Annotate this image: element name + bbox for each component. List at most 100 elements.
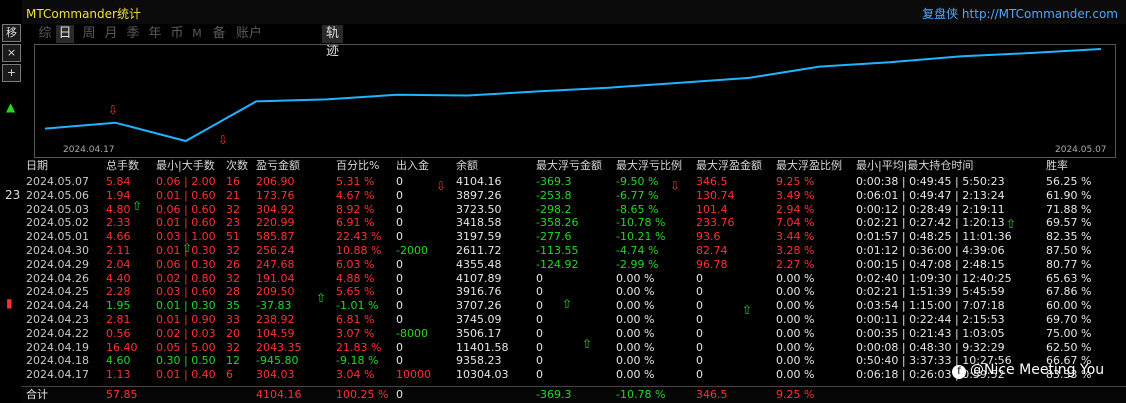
tab-currency[interactable]: 币 — [168, 25, 186, 43]
cell-mfl: -277.6 — [536, 230, 572, 244]
table-row[interactable]: 2024.04.25 2.28 0.03 | 0.60 28 209.50 5.65 % 0… — [22, 285, 1126, 299]
tab-month[interactable]: 月 — [102, 25, 120, 43]
total-mfgp: 9.25 % — [776, 388, 815, 401]
tab-trajectory[interactable]: 轨迹 — [322, 25, 344, 59]
cell-date: 2024.05.02 — [26, 216, 89, 230]
cell-minmax: 0.30 | 0.50 — [156, 354, 216, 368]
col-balance[interactable]: 余额 — [456, 159, 478, 173]
cell-date: 2024.05.07 — [26, 175, 89, 188]
table-row[interactable]: 2024.05.06 1.94 0.01 | 0.60 21 173.76 4.67 % 0… — [22, 189, 1126, 203]
cell-balance: 3418.58 — [456, 216, 502, 230]
cell-date: 2024.05.01 — [26, 230, 89, 244]
tab-note[interactable]: 备 — [210, 25, 228, 43]
cell-balance: 4355.48 — [456, 257, 502, 271]
close-button[interactable]: × — [2, 44, 21, 62]
cell-flow: 10000 — [396, 368, 431, 382]
col-max-float-loss[interactable]: 最大浮亏金额 — [536, 159, 602, 173]
tab-day[interactable]: 日 — [56, 25, 74, 43]
cell-mfl: -124.92 — [536, 257, 579, 271]
cell-lots: 16.40 — [106, 340, 138, 354]
title-bar: MTCommander统计 复盘侠 http://MTCommander.com — [22, 0, 1126, 24]
tab-account[interactable]: 账户 — [234, 25, 264, 43]
cell-count: 32 — [226, 202, 240, 216]
total-label: 合计 — [26, 388, 48, 401]
tab-week[interactable]: 周 — [80, 25, 98, 43]
table-row[interactable]: 2024.05.02 2.33 0.01 | 0.60 23 220.99 6.91 % 0… — [22, 216, 1126, 230]
cell-pnl: -37.83 — [256, 299, 292, 313]
cell-mflp: -9.50 % — [616, 175, 659, 188]
col-count[interactable]: 次数 — [226, 159, 248, 173]
move-button[interactable]: 移 — [2, 24, 21, 42]
table-row[interactable]: 2024.04.23 2.81 0.01 | 0.90 33 238.92 6.81 % 0… — [22, 313, 1126, 327]
sell-arrow-icon: ⇩ — [670, 179, 681, 193]
cell-win: 67.86 % — [1046, 285, 1092, 299]
cell-mfg: 0 — [696, 285, 703, 299]
cell-balance: 2611.72 — [456, 244, 502, 257]
buy-arrow-icon: ⇧ — [182, 241, 193, 255]
cell-date: 2024.04.23 — [26, 313, 89, 326]
col-max-float-gain-pct[interactable]: 最大浮盈比例 — [776, 159, 842, 173]
col-minmax[interactable]: 最小|大手数 — [156, 159, 215, 173]
cell-balance: 3723.50 — [456, 202, 502, 216]
watermark: f @Nice Meeting You — [952, 362, 1104, 379]
cell-win: 69.70 % — [1046, 313, 1092, 326]
sell-arrow-icon: ⇩ — [218, 133, 229, 147]
total-lots: 57.85 — [106, 388, 138, 401]
cell-balance: 3707.26 — [456, 299, 502, 313]
cell-balance: 11401.58 — [456, 340, 509, 354]
cell-count: 32 — [226, 271, 240, 285]
side-label: 23 — [5, 188, 21, 202]
cell-flow: 0 — [396, 285, 403, 299]
tab-m[interactable]: M — [190, 25, 204, 43]
table-row[interactable]: 2024.04.24 1.95 0.01 | 0.30 35 -37.83 -1.01 %… — [22, 299, 1126, 313]
col-pnl[interactable]: 盈亏金额 — [256, 159, 300, 173]
cell-win: 71.88 % — [1046, 202, 1092, 216]
cell-mflp: 0.00 % — [616, 299, 655, 313]
table-row[interactable]: 2024.05.07 5.84 0.06 | 2.00 16 206.90 5.31 % 0… — [22, 175, 1126, 189]
cell-pct: -1.01 % — [336, 299, 379, 313]
cell-minmax: 0.01 | 0.60 — [156, 216, 216, 230]
table-row[interactable]: 2024.04.29 2.04 0.06 | 0.30 26 247.68 6.03 % 0… — [22, 258, 1126, 272]
table-row[interactable]: 2024.05.03 4.80 0.06 | 0.60 32 304.92 8.92 % 0… — [22, 203, 1126, 217]
col-max-float-gain[interactable]: 最大浮盈金额 — [696, 159, 762, 173]
cell-lots: 1.95 — [106, 299, 131, 313]
cell-count: 26 — [226, 257, 240, 271]
cell-pct: 4.67 % — [336, 188, 375, 202]
col-winrate[interactable]: 胜率 — [1046, 159, 1068, 173]
brand-link[interactable]: 复盘侠 http://MTCommander.com — [922, 5, 1118, 22]
cell-mfg: 96.78 — [696, 257, 728, 271]
cell-minmax: 0.01 | 0.40 — [156, 368, 216, 382]
cell-mfgp: 0.00 % — [776, 271, 815, 285]
cell-mfg: 0 — [696, 354, 703, 368]
tab-year[interactable]: 年 — [146, 25, 164, 43]
buy-arrow-icon: ⇧ — [132, 199, 143, 213]
cell-hold: 0:02:21 | 0:27:42 | 1:20:13 — [856, 216, 1005, 230]
table-row[interactable]: 2024.04.22 0.56 0.02 | 0.03 20 104.59 3.07 % -… — [22, 327, 1126, 341]
cell-flow: 0 — [396, 175, 403, 188]
cell-mflp: -6.77 % — [616, 188, 659, 202]
cell-count: 21 — [226, 188, 240, 202]
cell-lots: 2.28 — [106, 285, 131, 299]
tab-quarter[interactable]: 季 — [124, 25, 142, 43]
cell-mfg: 346.5 — [696, 175, 728, 188]
tab-summary[interactable]: 综 — [36, 25, 54, 43]
cell-win: 56.25 % — [1046, 175, 1092, 188]
table-row[interactable]: 2024.04.19 16.40 0.05 | 5.00 32 2043.35 21.83… — [22, 341, 1126, 355]
cell-flow: 0 — [396, 188, 403, 202]
col-flow[interactable]: 出入金 — [396, 159, 429, 173]
col-pct[interactable]: 百分比% — [336, 159, 379, 173]
cell-mfgp: 0.00 % — [776, 340, 815, 354]
cell-minmax: 0.06 | 0.30 — [156, 257, 216, 271]
col-hold-time[interactable]: 最小|平均|最大持仓时间 — [856, 159, 973, 173]
col-max-float-loss-pct[interactable]: 最大浮亏比例 — [616, 159, 682, 173]
col-lots[interactable]: 总手数 — [106, 159, 139, 173]
cell-count: 51 — [226, 230, 240, 244]
col-date[interactable]: 日期 — [26, 159, 48, 173]
cell-minmax: 0.05 | 5.00 — [156, 340, 216, 354]
table-row[interactable]: 2024.04.26 4.40 0.02 | 0.80 32 191.04 4.88 % 0… — [22, 272, 1126, 286]
total-row: 合计 57.85 4104.16 100.25 % 0 -369.3 -10.7… — [22, 386, 1126, 403]
add-button[interactable]: + — [2, 64, 21, 82]
cell-flow: 0 — [396, 257, 403, 271]
cell-mfl: -358.26 — [536, 216, 579, 230]
cell-mfl: 0 — [536, 271, 543, 285]
